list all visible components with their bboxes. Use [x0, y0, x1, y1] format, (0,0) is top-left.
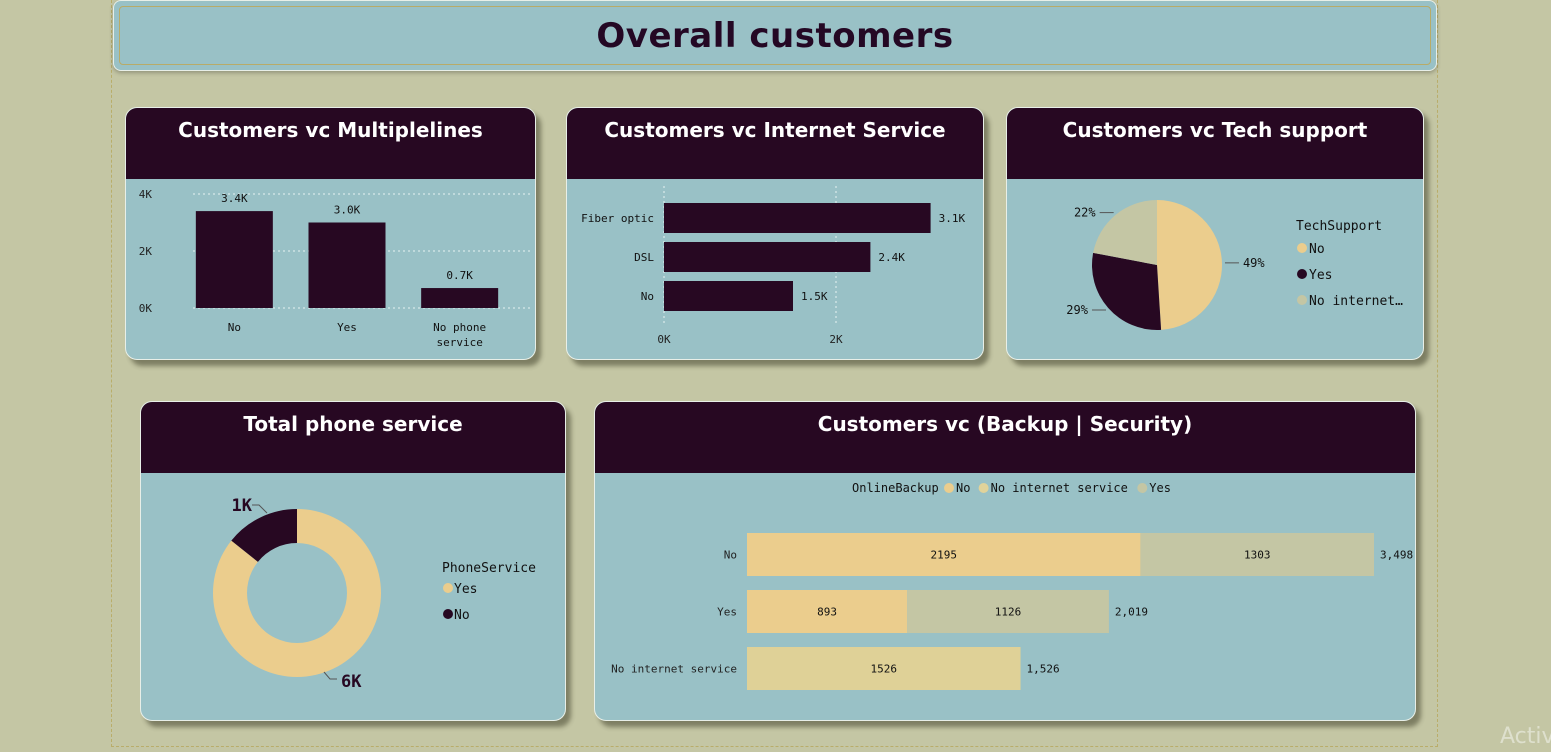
pie-slice [1092, 252, 1162, 330]
legend-label: No internet service [991, 481, 1128, 495]
data-label: 0.7K [446, 269, 473, 282]
leader-line [323, 671, 337, 680]
total-label: 3,498 [1380, 549, 1413, 562]
legend-title: PhoneService [442, 561, 536, 576]
data-label: 3.0K [334, 204, 361, 217]
bar [308, 222, 386, 308]
segment-label: 1303 [1244, 549, 1271, 562]
legend-swatch [1137, 483, 1148, 493]
data-label: 2.4K [878, 251, 905, 264]
legend-swatch [1297, 243, 1307, 253]
x-tick-label: service [436, 336, 482, 349]
legend-title: TechSupport [1296, 219, 1382, 234]
phoneservice-card[interactable]: Total phone service 1K 6K PhoneService Yes N… [140, 401, 566, 721]
y-tick-label: 2K [139, 245, 153, 258]
bar [664, 203, 931, 233]
multiplelines-chart[interactable]: 0K 2K 4K 3.4K No 3.0K Yes 0.7K No phone service [126, 108, 536, 360]
legend-swatch [944, 483, 954, 493]
legend-label: Yes [1309, 268, 1332, 283]
legend-swatch [443, 583, 453, 593]
techsupport-card[interactable]: Customers vc Tech support 49% 29% 22% TechS… [1006, 107, 1424, 360]
segment-label: 2195 [930, 549, 957, 562]
pie-slice [1157, 200, 1222, 330]
data-label: 1K [232, 496, 253, 516]
page-title-box: Overall customers [113, 0, 1437, 71]
total-label: 1,526 [1027, 663, 1060, 676]
bar [195, 211, 273, 308]
data-label: 3.4K [221, 192, 248, 205]
x-tick-label: No phone [433, 321, 486, 334]
legend-swatch [443, 609, 453, 619]
y-tick-label: 0K [139, 302, 153, 315]
internet-chart[interactable]: 0K 2K Fiber optic 3.1K DSL 2.4K No 1.5K [567, 108, 984, 360]
segment-label: 1126 [995, 606, 1022, 619]
legend-label: Yes [1149, 481, 1171, 495]
y-tick-label: No [641, 290, 654, 303]
legend-swatch [978, 483, 989, 493]
total-label: 2,019 [1115, 606, 1148, 619]
bar [421, 288, 499, 308]
internet-card[interactable]: Customers vc Internet Service 0K 2K Fiber … [566, 107, 984, 360]
y-tick-label: 4K [139, 188, 153, 201]
page-title-frame: Overall customers [119, 6, 1431, 65]
y-tick-label: No [724, 549, 737, 562]
legend-label: No [454, 608, 470, 623]
segment-label: 893 [817, 606, 837, 619]
legend-label: No [956, 481, 970, 495]
multiplelines-card[interactable]: Customers vc Multiplelines 0K 2K 4K 3.4K No 3… [125, 107, 536, 360]
data-label: 22% [1074, 206, 1096, 220]
y-tick-label: Fiber optic [581, 212, 654, 225]
data-label: 49% [1243, 256, 1265, 270]
bar [664, 281, 793, 311]
x-tick-label: Yes [337, 321, 357, 334]
backup-chart[interactable]: OnlineBackup No No internet service Yes 2195… [595, 402, 1416, 721]
legend-label: No [1309, 242, 1325, 257]
data-label: 3.1K [939, 212, 966, 225]
legend-label: No internet… [1309, 294, 1403, 309]
activation-watermark: Activ [1500, 724, 1551, 749]
bar [664, 242, 871, 272]
x-tick-label: 2K [829, 333, 843, 346]
x-tick-label: 0K [657, 333, 671, 346]
y-tick-label: No internet service [611, 663, 737, 676]
segment-label: 1526 [871, 663, 898, 676]
x-tick-label: No [228, 321, 241, 334]
backup-card[interactable]: Customers vc (Backup | Security) OnlineB… [594, 401, 1416, 721]
techsupport-chart[interactable]: 49% 29% 22% TechSupport No Yes No internet… [1007, 108, 1424, 360]
page-title: Overall customers [596, 15, 954, 56]
data-label: 1.5K [801, 290, 828, 303]
legend-swatch [1297, 269, 1307, 279]
phoneservice-chart[interactable]: 1K 6K PhoneService Yes No [141, 402, 566, 721]
data-label: 6K [341, 672, 362, 692]
legend-swatch [1297, 295, 1307, 305]
leader-line [252, 504, 268, 514]
data-label: 29% [1066, 303, 1088, 317]
legend-label: Yes [454, 582, 477, 597]
y-tick-label: DSL [634, 251, 654, 264]
y-tick-label: Yes [717, 606, 737, 619]
legend-title: OnlineBackup [852, 481, 939, 495]
